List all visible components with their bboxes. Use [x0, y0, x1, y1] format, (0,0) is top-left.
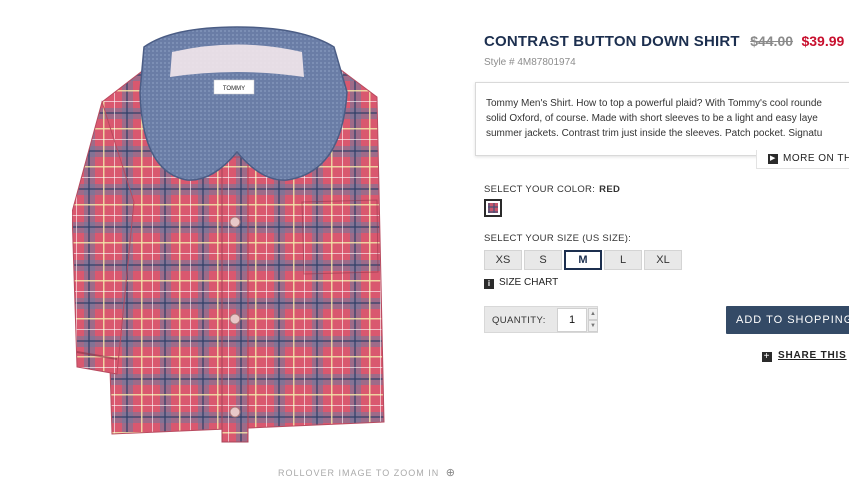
swatch-fill	[488, 203, 498, 213]
product-image[interactable]: TOMMY	[72, 22, 402, 454]
zoom-icon: ⊕	[445, 467, 456, 479]
more-info-label: MORE ON TH	[783, 153, 849, 164]
size-option-xl[interactable]: XL	[644, 250, 682, 270]
plus-icon: +	[762, 351, 772, 362]
arrow-right-icon: ▶	[768, 154, 778, 164]
size-option-xs[interactable]: XS	[484, 250, 522, 270]
quantity-input[interactable]: 1	[557, 308, 587, 332]
quantity-stepper: QUANTITY: 1 ▲ ▼	[484, 306, 598, 333]
original-price: $44.00	[750, 33, 794, 49]
color-selector-label: SELECT YOUR COLOR: RED	[484, 184, 620, 195]
description-line: solid Oxford, of course. Made with short…	[486, 113, 818, 124]
size-chart-link[interactable]: i SIZE CHART	[484, 277, 558, 289]
title-row: CONTRAST BUTTON DOWN SHIRT $44.00 $39.99	[484, 33, 844, 51]
size-option-s[interactable]: S	[524, 250, 562, 270]
more-info-link[interactable]: ▶ MORE ON TH	[756, 150, 849, 169]
add-to-shopping-bag-button[interactable]: ADD TO SHOPPING	[726, 306, 849, 334]
description-text: Tommy Men's Shirt. How to top a powerful…	[486, 96, 849, 141]
info-icon: i	[484, 279, 494, 289]
color-swatch-red[interactable]	[484, 199, 502, 217]
size-selector-label: SELECT YOUR SIZE (US SIZE):	[484, 233, 632, 244]
size-chart-label: SIZE CHART	[499, 277, 559, 288]
sale-price: $39.99	[801, 33, 845, 49]
collar-tag-text: TOMMY	[223, 86, 245, 92]
description-box: Tommy Men's Shirt. How to top a powerful…	[475, 82, 849, 156]
selected-color: RED	[599, 184, 621, 195]
description-line: summer jackets. Contrast trim just insid…	[486, 128, 823, 139]
zoom-hint: ROLLOVER IMAGE TO ZOOM IN ⊕	[278, 466, 456, 479]
share-link[interactable]: + SHARE THIS	[762, 350, 847, 362]
size-option-l[interactable]: L	[604, 250, 642, 270]
quantity-down-icon[interactable]: ▼	[588, 320, 598, 332]
product-title: CONTRAST BUTTON DOWN SHIRT	[484, 33, 740, 50]
color-label: SELECT YOUR COLOR:	[484, 184, 596, 195]
quantity-up-icon[interactable]: ▲	[588, 308, 598, 320]
zoom-hint-text: ROLLOVER IMAGE TO ZOOM IN	[278, 468, 440, 478]
size-options: XS S M L XL	[484, 250, 684, 270]
description-line: Tommy Men's Shirt. How to top a powerful…	[486, 98, 822, 109]
style-number: Style # 4M87801974	[484, 57, 576, 68]
size-option-m[interactable]: M	[564, 250, 602, 270]
quantity-label: QUANTITY:	[492, 315, 546, 326]
share-label: SHARE THIS	[778, 350, 847, 361]
